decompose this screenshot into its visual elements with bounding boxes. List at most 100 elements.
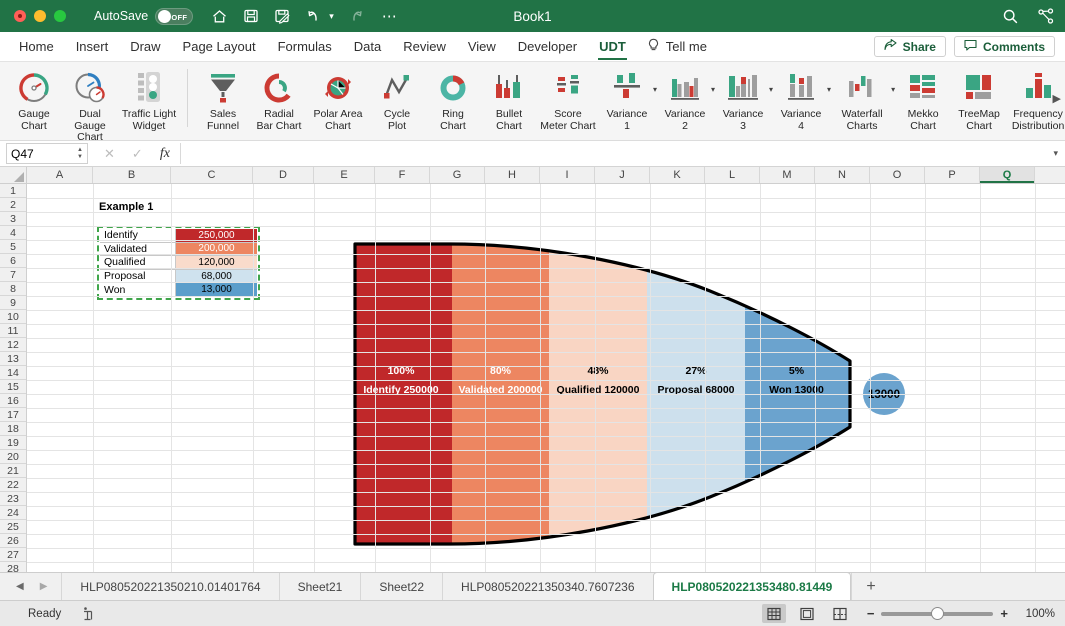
column-header-j[interactable]: J — [595, 167, 650, 183]
save-as-icon[interactable] — [274, 8, 290, 24]
name-box-spinner[interactable]: ▲ ▼ — [77, 147, 83, 160]
close-window-button[interactable] — [14, 10, 26, 22]
table-cell-label[interactable]: Won — [100, 283, 176, 297]
row-header-27[interactable]: 27 — [0, 548, 26, 562]
row-header-4[interactable]: 4 — [0, 226, 26, 240]
formula-input[interactable] — [179, 143, 1054, 164]
column-header-l[interactable]: L — [705, 167, 760, 183]
minimize-window-button[interactable] — [34, 10, 46, 22]
row-header-23[interactable]: 23 — [0, 492, 26, 506]
ribbon-item-mekko-chart[interactable]: Mekko Chart — [895, 65, 951, 132]
tab-formulas[interactable]: Formulas — [267, 32, 343, 61]
more-commands-icon[interactable]: ⋯ — [382, 7, 398, 25]
column-header-o[interactable]: O — [870, 167, 925, 183]
row-header-20[interactable]: 20 — [0, 450, 26, 464]
row-header-5[interactable]: 5 — [0, 240, 26, 254]
example-data-table[interactable]: Identify 250,000 Validated 200,000 Qualified… — [97, 226, 260, 300]
tab-udt[interactable]: UDT — [588, 32, 637, 61]
ribbon-item-gauge-chart[interactable]: Gauge Chart — [6, 65, 62, 132]
ribbon-item-ring-chart[interactable]: Ring Chart — [425, 65, 481, 132]
sheet-tab-1[interactable]: Sheet21 — [278, 573, 361, 600]
row-header-25[interactable]: 25 — [0, 520, 26, 534]
autosave-control[interactable]: AutoSave OFF — [94, 7, 194, 25]
ribbon-item-variance-3[interactable]: Variance 3 ▾ — [715, 65, 773, 132]
ribbon-item-variance-1[interactable]: Variance 1 ▾ — [599, 65, 657, 132]
tab-page-layout[interactable]: Page Layout — [172, 32, 267, 61]
tell-me-search[interactable]: Tell me — [637, 32, 717, 61]
tab-insert[interactable]: Insert — [65, 32, 120, 61]
previous-sheet-icon[interactable]: ◀ — [16, 581, 24, 592]
zoom-track[interactable] — [881, 607, 994, 620]
ribbon-overflow-icon[interactable]: ▶ — [1053, 92, 1061, 105]
ribbon-item-traffic-light-widget[interactable]: Traffic Light Widget — [118, 65, 180, 132]
row-header-2[interactable]: 2 — [0, 198, 26, 212]
ribbon-item-waterfall-charts[interactable]: Waterfall Charts ▾ — [831, 65, 895, 132]
row-header-8[interactable]: 8 — [0, 282, 26, 296]
page-break-view-icon[interactable] — [828, 604, 852, 623]
home-icon[interactable] — [211, 8, 228, 25]
undo-icon[interactable] — [305, 8, 323, 24]
row-header-28[interactable]: 28 — [0, 562, 26, 573]
table-row[interactable]: Won 13,000 — [100, 283, 257, 297]
row-header-17[interactable]: 17 — [0, 408, 26, 422]
column-header-d[interactable]: D — [253, 167, 314, 183]
row-header-14[interactable]: 14 — [0, 366, 26, 380]
column-header-p[interactable]: P — [925, 167, 980, 183]
sheet-tab-3[interactable]: HLP080520221350340.7607236 — [442, 573, 653, 600]
ribbon-item-score-meter-chart[interactable]: Score Meter Chart — [537, 65, 599, 132]
ribbon-item-treemap-chart[interactable]: TreeMap Chart — [951, 65, 1007, 132]
share-panel-icon[interactable] — [1037, 7, 1055, 25]
column-header-n[interactable]: N — [815, 167, 870, 183]
row-header-19[interactable]: 19 — [0, 436, 26, 450]
ribbon-item-variance-4[interactable]: Variance 4 ▾ — [773, 65, 831, 132]
tab-review[interactable]: Review — [392, 32, 457, 61]
accessibility-checker-icon[interactable] — [81, 606, 96, 621]
sheet-tab-0[interactable]: HLP080520221350210.01401764 — [61, 573, 279, 600]
comments-button[interactable]: Comments — [953, 36, 1055, 57]
column-header-h[interactable]: H — [485, 167, 540, 183]
zoom-slider[interactable]: − + — [867, 606, 1008, 621]
row-header-1[interactable]: 1 — [0, 184, 26, 198]
column-header-e[interactable]: E — [314, 167, 375, 183]
row-header-9[interactable]: 9 — [0, 296, 26, 310]
ribbon-item-sales-funnel[interactable]: Sales Funnel — [195, 65, 251, 132]
row-header-22[interactable]: 22 — [0, 478, 26, 492]
row-header-16[interactable]: 16 — [0, 394, 26, 408]
insert-function-icon[interactable]: fx — [160, 146, 170, 162]
tab-view[interactable]: View — [457, 32, 507, 61]
search-icon[interactable] — [1002, 8, 1019, 25]
sheet-tab-4[interactable]: HLP080520221353480.81449 — [652, 572, 852, 600]
row-header-21[interactable]: 21 — [0, 464, 26, 478]
tab-draw[interactable]: Draw — [119, 32, 171, 61]
ribbon-item-cycle-plot[interactable]: Cycle Plot — [369, 65, 425, 132]
add-sheet-button[interactable]: + — [851, 573, 889, 600]
tab-developer[interactable]: Developer — [507, 32, 588, 61]
row-header-18[interactable]: 18 — [0, 422, 26, 436]
sheet-tab-2[interactable]: Sheet22 — [360, 573, 443, 600]
name-box[interactable]: Q47 ▲ ▼ — [6, 143, 88, 164]
row-header-3[interactable]: 3 — [0, 212, 26, 226]
table-cell-value[interactable]: 13,000 — [176, 283, 257, 297]
row-header-7[interactable]: 7 — [0, 268, 26, 282]
ribbon-item-bullet-chart[interactable]: Bullet Chart — [481, 65, 537, 132]
column-header-f[interactable]: F — [375, 167, 430, 183]
column-header-g[interactable]: G — [430, 167, 485, 183]
ribbon-item-variance-2[interactable]: Variance 2 ▾ — [657, 65, 715, 132]
row-header-6[interactable]: 6 — [0, 254, 26, 268]
zoom-knob[interactable] — [931, 607, 945, 620]
column-header-c[interactable]: C — [171, 167, 253, 183]
ribbon-item-dual-gauge-chart[interactable]: Dual Gauge Chart — [62, 65, 118, 140]
share-button[interactable]: Share — [873, 36, 946, 57]
normal-view-icon[interactable] — [761, 604, 786, 623]
column-header-m[interactable]: M — [760, 167, 815, 183]
tab-home[interactable]: Home — [8, 32, 65, 61]
cancel-icon[interactable]: ✕ — [104, 146, 115, 162]
row-header-12[interactable]: 12 — [0, 338, 26, 352]
row-header-11[interactable]: 11 — [0, 324, 26, 338]
column-header-k[interactable]: K — [650, 167, 705, 183]
ribbon-item-radial-bar-chart[interactable]: Radial Bar Chart — [251, 65, 307, 132]
expand-formula-bar-icon[interactable]: ▾ — [1053, 148, 1065, 159]
next-sheet-icon[interactable]: ▶ — [40, 581, 48, 592]
ribbon-item-polar-area-chart[interactable]: Polar Area Chart — [307, 65, 369, 132]
row-header-13[interactable]: 13 — [0, 352, 26, 366]
